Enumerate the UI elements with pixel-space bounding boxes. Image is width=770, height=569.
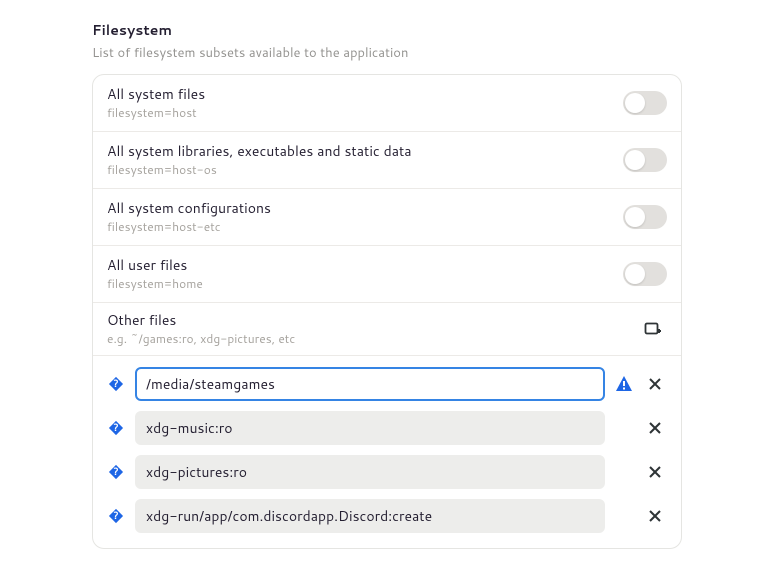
remove-entry-button[interactable] — [643, 460, 667, 484]
toggle-row-host-os: All system libraries, executables and st… — [93, 132, 681, 189]
entries-list: ? ? — [93, 356, 681, 548]
path-input[interactable] — [135, 411, 605, 445]
remove-entry-button[interactable] — [643, 416, 667, 440]
info-diamond-icon: ? — [107, 507, 125, 525]
info-diamond-icon: ? — [107, 463, 125, 481]
svg-text:?: ? — [113, 421, 118, 435]
info-diamond-icon: ? — [107, 375, 125, 393]
other-files-title: Other files — [107, 311, 639, 330]
path-input[interactable] — [135, 455, 605, 489]
close-icon — [649, 466, 661, 478]
section-title: Filesystem — [92, 20, 682, 40]
info-diamond-icon: ? — [107, 419, 125, 437]
toggle-sublabel: filesystem=host-etc — [107, 219, 623, 235]
toggle-row-host-etc: All system configurations filesystem=hos… — [93, 189, 681, 246]
add-folder-icon — [644, 320, 662, 338]
toggle-sublabel: filesystem=host-os — [107, 162, 623, 178]
toggle-label: All system configurations — [107, 199, 623, 218]
toggle-row-host: All system files filesystem=host — [93, 75, 681, 132]
toggle-label: All user files — [107, 256, 623, 275]
other-files-hint: e.g. ~/games:ro, xdg-pictures, etc — [107, 331, 639, 347]
add-entry-button[interactable] — [639, 315, 667, 343]
entry-row: ? — [97, 406, 677, 450]
toggle-sublabel: filesystem=host — [107, 105, 623, 121]
other-files-header: Other files e.g. ~/games:ro, xdg-picture… — [93, 303, 681, 356]
toggle-label: All system libraries, executables and st… — [107, 142, 623, 161]
svg-text:?: ? — [113, 509, 118, 523]
filesystem-panel: All system files filesystem=host All sys… — [92, 74, 682, 549]
toggle-label: All system files — [107, 85, 623, 104]
path-input[interactable] — [135, 367, 605, 401]
toggle-host[interactable] — [623, 91, 667, 115]
toggle-row-home: All user files filesystem=home — [93, 246, 681, 303]
toggle-host-etc[interactable] — [623, 205, 667, 229]
path-input[interactable] — [135, 499, 605, 533]
toggle-sublabel: filesystem=home — [107, 276, 623, 292]
entry-row: ? — [97, 362, 677, 406]
close-icon — [649, 378, 661, 390]
entry-row: ? — [97, 450, 677, 494]
section-subtitle: List of filesystem subsets available to … — [92, 44, 682, 62]
close-icon — [649, 510, 661, 522]
entry-row: ? — [97, 494, 677, 538]
remove-entry-button[interactable] — [643, 372, 667, 396]
warning-icon — [615, 375, 633, 393]
svg-text:?: ? — [113, 377, 118, 391]
toggle-home[interactable] — [623, 262, 667, 286]
close-icon — [649, 422, 661, 434]
remove-entry-button[interactable] — [643, 504, 667, 528]
svg-text:?: ? — [113, 465, 118, 479]
toggle-host-os[interactable] — [623, 148, 667, 172]
